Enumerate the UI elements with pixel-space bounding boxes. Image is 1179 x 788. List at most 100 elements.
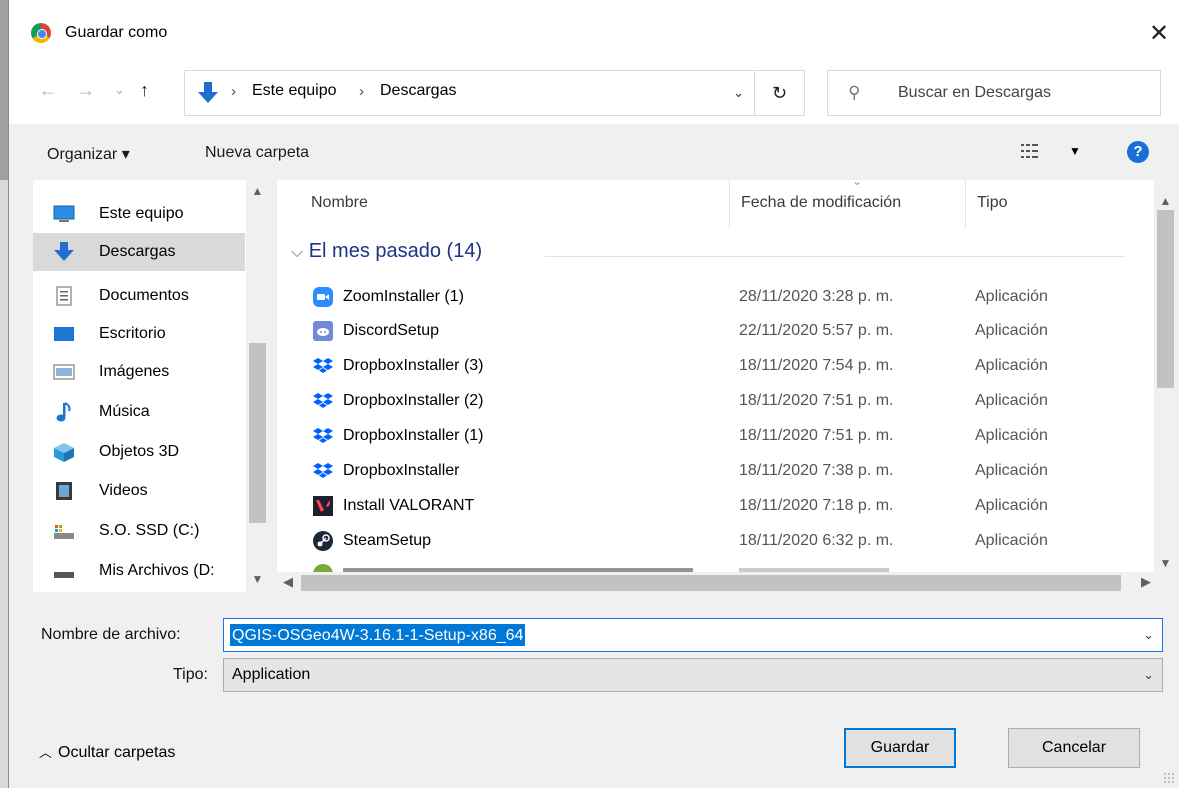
music-icon <box>56 402 71 422</box>
sidebar-item-objetos-3d[interactable]: Objetos 3D <box>33 433 245 471</box>
sidebar-item-label: Escritorio <box>99 325 166 342</box>
help-icon[interactable]: ? <box>1127 141 1149 163</box>
sidebar-item-documentos[interactable]: Documentos <box>33 277 245 315</box>
file-date: 22/11/2020 5:57 p. m. <box>739 322 894 339</box>
save-button[interactable]: Guardar <box>844 728 956 768</box>
file-type: Aplicación <box>975 357 1048 374</box>
sidebar-item-videos[interactable]: Videos <box>33 472 245 510</box>
scrollbar-thumb[interactable] <box>301 575 1121 591</box>
file-name: ZoomInstaller (1) <box>343 288 464 305</box>
search-icon: ⚲ <box>848 83 861 102</box>
window-title: Guardar como <box>65 24 168 41</box>
chevron-down-icon: ⌵ <box>291 244 304 261</box>
documents-icon <box>56 286 72 306</box>
file-date: 28/11/2020 3:28 p. m. <box>739 288 894 305</box>
file-row[interactable]: ZoomInstaller (1) 28/11/2020 3:28 p. m. … <box>277 280 1157 315</box>
desktop-icon <box>54 327 74 341</box>
column-divider[interactable] <box>729 180 730 228</box>
sidebar-item-label: Música <box>99 403 150 420</box>
sidebar-item-musica[interactable]: Música <box>33 393 245 431</box>
close-button[interactable]: ✕ <box>1139 16 1179 52</box>
file-type: Aplicación <box>975 462 1048 479</box>
dropbox-icon <box>313 428 333 443</box>
column-header-type[interactable]: Tipo <box>977 194 1008 212</box>
resize-grip[interactable] <box>1163 772 1175 784</box>
up-button[interactable]: ↑ <box>140 80 149 101</box>
sidebar-item-escritorio[interactable]: Escritorio <box>33 315 245 353</box>
file-row[interactable]: DropboxInstaller (1) 18/11/2020 7:51 p. … <box>277 419 1157 454</box>
file-name: DiscordSetup <box>343 322 440 339</box>
back-button[interactable]: ← <box>39 80 57 101</box>
address-dropdown-button[interactable]: ⌄ <box>733 85 744 101</box>
scrollbar-thumb[interactable] <box>249 343 266 523</box>
file-type-value: Application <box>232 666 311 683</box>
command-bar: Organizar ▾ Nueva carpeta ▼ ? <box>9 124 1179 180</box>
column-divider[interactable] <box>965 180 966 228</box>
column-header-name[interactable]: Nombre <box>311 194 368 212</box>
sidebar-item-label: Imágenes <box>99 363 170 380</box>
breadcrumb-descargas[interactable]: Descargas <box>380 82 456 100</box>
downloads-arrow-icon <box>198 82 218 103</box>
navigation-pane[interactable]: Este equipo Descargas Documentos Escrito… <box>33 180 269 592</box>
file-type: Aplicación <box>975 427 1048 444</box>
column-header-date[interactable]: Fecha de modificación <box>741 194 901 212</box>
file-row[interactable]: DiscordSetup 22/11/2020 5:57 p. m. Aplic… <box>277 314 1157 349</box>
file-row[interactable]: DropboxInstaller (2) 18/11/2020 7:51 p. … <box>277 384 1157 419</box>
file-name: DropboxInstaller (2) <box>343 392 484 409</box>
search-placeholder: Buscar en Descargas <box>898 84 1051 101</box>
hide-folders-button[interactable]: ︿ Ocultar carpetas <box>39 742 175 762</box>
cancel-button[interactable]: Cancelar <box>1008 728 1140 768</box>
drive-d-icon <box>54 572 74 578</box>
file-name: Install VALORANT <box>343 497 475 514</box>
file-date: 18/11/2020 7:38 p. m. <box>739 462 894 479</box>
sort-indicator-icon: ⌄ <box>852 180 863 188</box>
sidebar-item-descargas[interactable]: Descargas <box>33 233 245 271</box>
file-row[interactable]: DropboxInstaller 18/11/2020 7:38 p. m. A… <box>277 454 1157 489</box>
drive-c-icon <box>54 525 74 539</box>
filename-field[interactable]: QGIS-OSGeo4W-3.16.1-1-Setup-x86_64 ⌄ <box>223 618 1163 652</box>
file-type-select[interactable]: Application ⌄ <box>223 658 1163 692</box>
file-name: DropboxInstaller (1) <box>343 427 484 444</box>
scrollbar-thumb[interactable] <box>1157 210 1174 388</box>
file-name: SteamSetup <box>343 532 432 549</box>
scroll-up-arrow[interactable]: ▲ <box>246 184 269 198</box>
scroll-down-arrow[interactable]: ▼ <box>246 572 269 586</box>
file-row[interactable]: SteamSetup 18/11/2020 6:32 p. m. Aplicac… <box>277 524 1157 559</box>
chevron-up-icon: ︿ <box>39 745 53 760</box>
refresh-button[interactable]: ↻ <box>755 70 805 116</box>
file-date: 18/11/2020 6:32 p. m. <box>739 532 894 549</box>
sidebar-item-drive-c[interactable]: S.O. SSD (C:) <box>33 512 245 550</box>
new-folder-button[interactable]: Nueva carpeta <box>205 144 309 162</box>
sidebar-item-drive-d[interactable]: Mis Archivos (D: <box>33 552 245 590</box>
address-bar[interactable]: › Este equipo › Descargas ⌄ <box>184 70 755 116</box>
pictures-icon <box>53 364 75 380</box>
view-options-dropdown[interactable]: ▼ <box>1069 144 1081 158</box>
chevron-down-icon[interactable]: ⌄ <box>1143 627 1154 643</box>
organize-menu-button[interactable]: Organizar ▾ <box>47 144 130 164</box>
scroll-right-arrow[interactable]: ▶ <box>1141 574 1151 590</box>
scroll-up-arrow[interactable]: ▲ <box>1154 194 1177 208</box>
sidebar-item-label: Mis Archivos (D: <box>99 562 215 579</box>
dropbox-icon <box>313 463 333 478</box>
scroll-left-arrow[interactable]: ◀ <box>283 574 293 590</box>
forward-button[interactable]: → <box>77 80 95 101</box>
view-options-icon[interactable] <box>1021 143 1039 159</box>
sidebar-item-label: Videos <box>99 482 148 499</box>
filename-value[interactable]: QGIS-OSGeo4W-3.16.1-1-Setup-x86_64 <box>230 624 526 646</box>
horizontal-scrollbar[interactable]: ◀ ▶ <box>277 572 1161 594</box>
discord-icon <box>313 321 333 341</box>
navigation-pane-scrollbar[interactable]: ▲ ▼ <box>246 180 269 592</box>
file-row[interactable]: DropboxInstaller (3) 18/11/2020 7:54 p. … <box>277 349 1157 384</box>
steam-icon <box>313 531 333 551</box>
scroll-down-arrow[interactable]: ▼ <box>1154 556 1177 570</box>
file-row[interactable]: Install VALORANT 18/11/2020 7:18 p. m. A… <box>277 489 1157 524</box>
file-list[interactable]: Nombre ⌄ Fecha de modificación Tipo ⌵ El… <box>277 180 1161 592</box>
breadcrumb-este-equipo[interactable]: Este equipo <box>252 82 337 100</box>
search-input[interactable]: ⚲ Buscar en Descargas <box>827 70 1161 116</box>
sidebar-item-imagenes[interactable]: Imágenes <box>33 353 245 391</box>
group-header[interactable]: ⌵ El mes pasado (14) <box>291 240 482 263</box>
sidebar-item-este-equipo[interactable]: Este equipo <box>33 195 245 233</box>
recent-locations-button[interactable]: ⌄ <box>114 82 125 98</box>
file-list-scrollbar[interactable]: ▲ ▼ <box>1154 180 1177 580</box>
chevron-down-icon[interactable]: ⌄ <box>1143 667 1154 683</box>
